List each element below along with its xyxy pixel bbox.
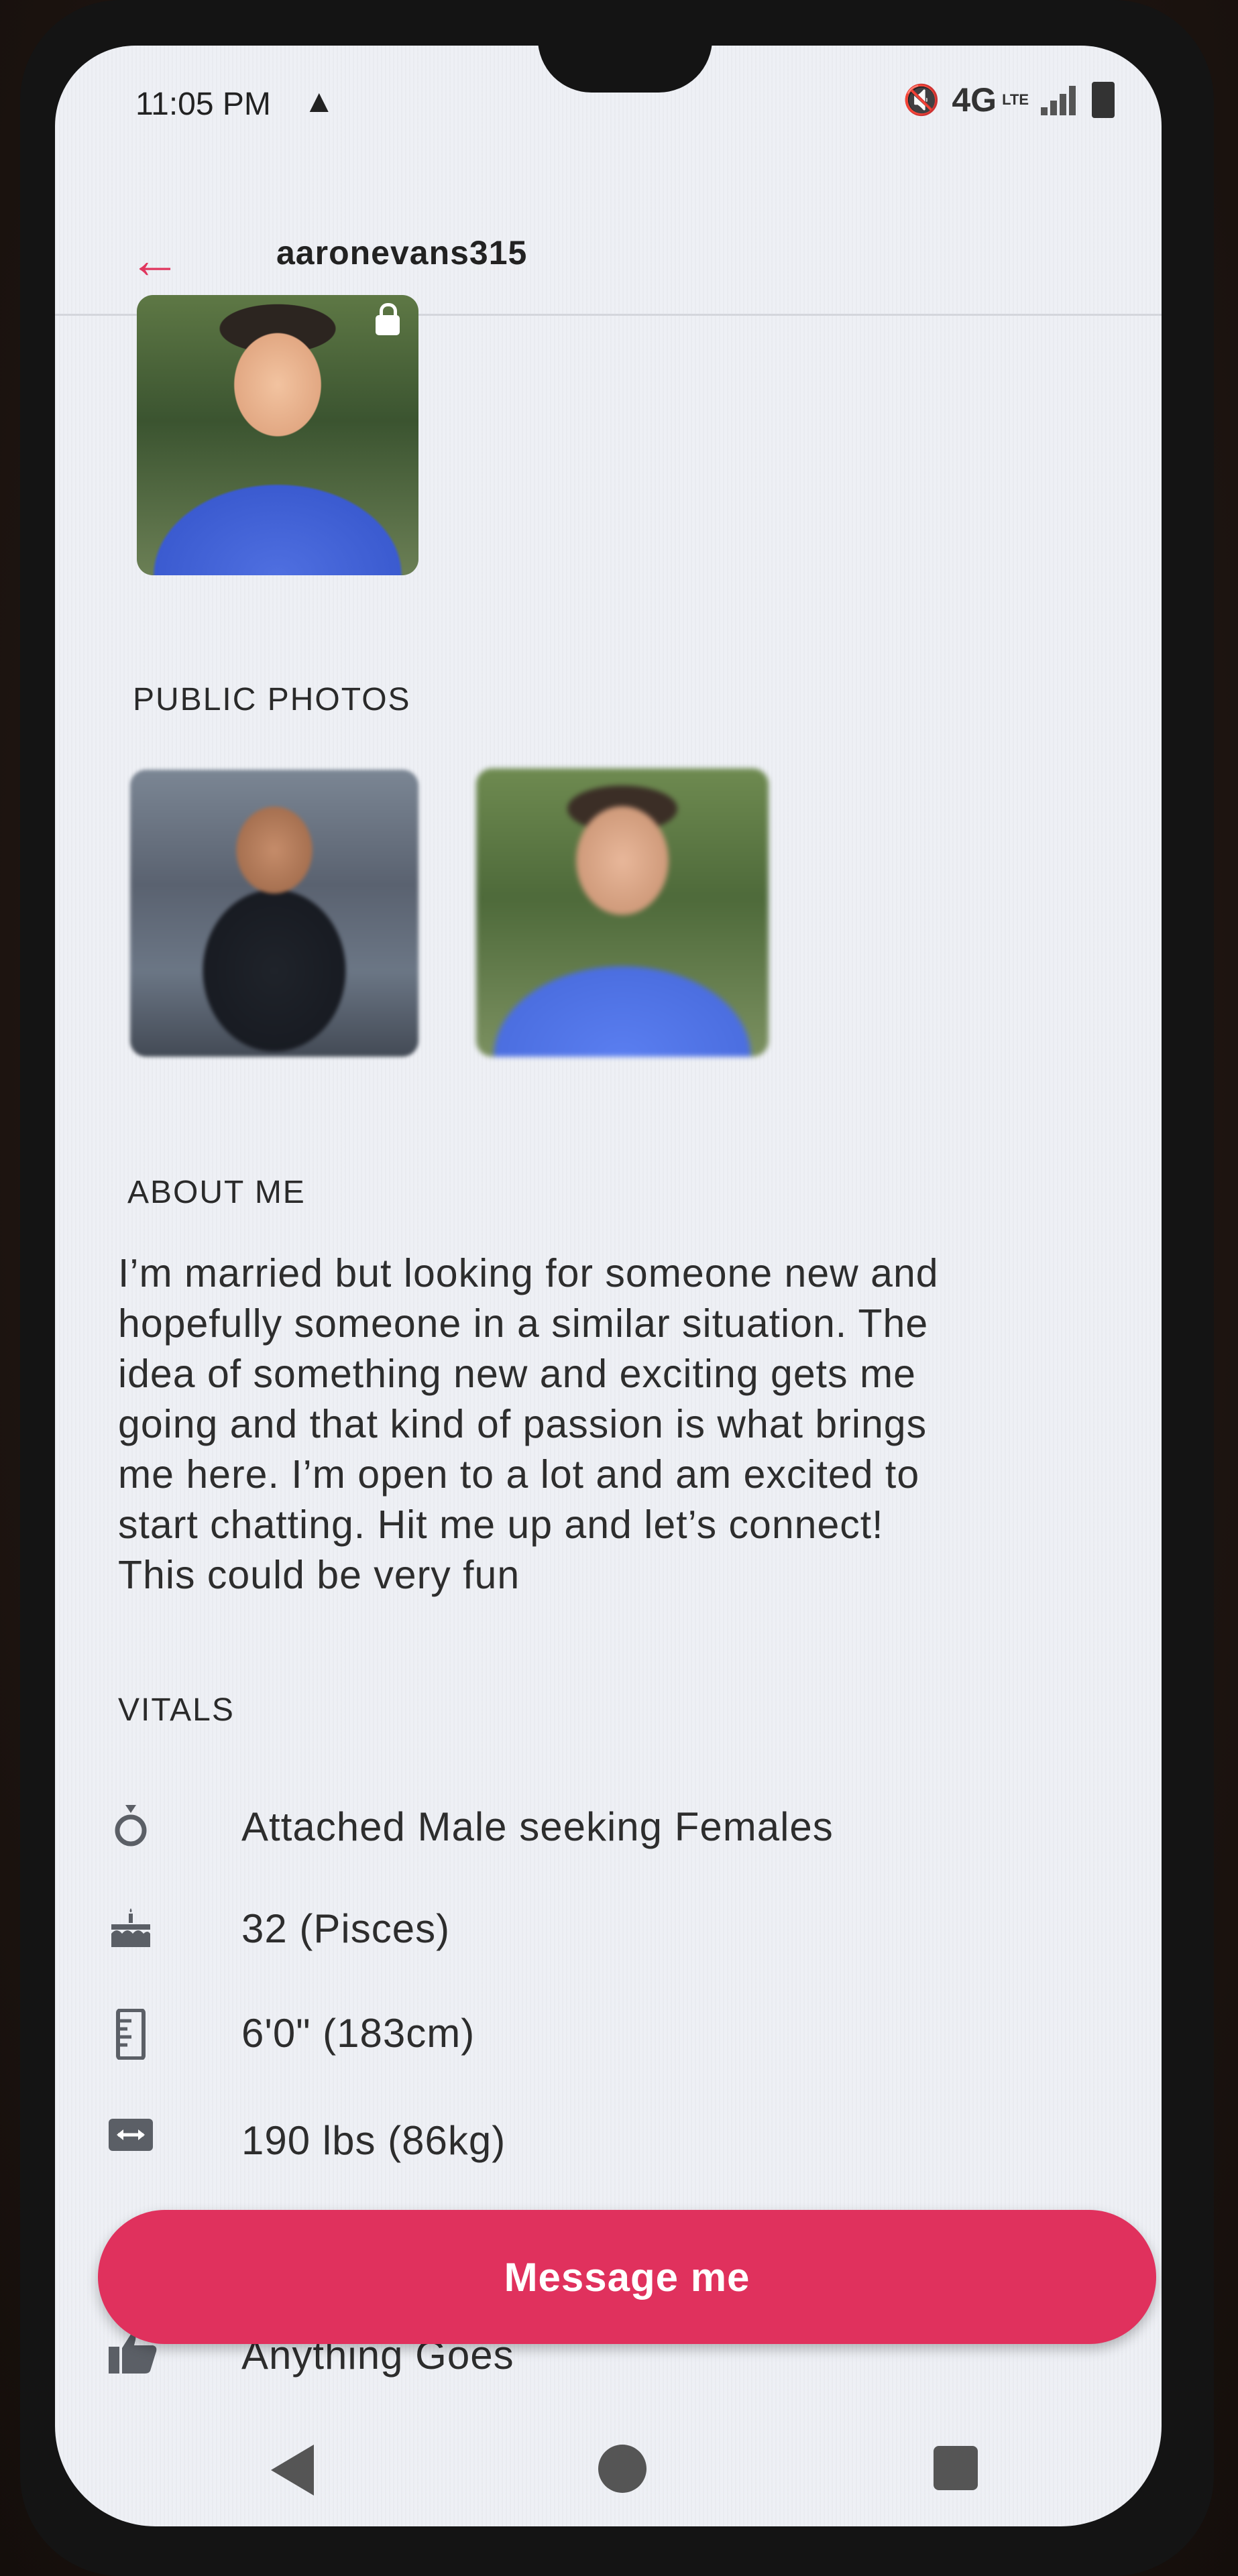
page-title: aaronevans315 xyxy=(276,234,528,272)
about-line: I’m married but looking for someone new … xyxy=(118,1251,939,1295)
mute-icon: 🔇 xyxy=(903,84,940,117)
nav-recents-icon[interactable] xyxy=(934,2446,978,2490)
about-line: hopefully someone in a similar situation… xyxy=(118,1301,929,1346)
public-photo-1[interactable] xyxy=(130,770,418,1057)
signal-icon xyxy=(1041,84,1080,115)
vital-text: Attached Male seeking Females xyxy=(241,1804,834,1849)
about-line: This could be very fun xyxy=(118,1553,520,1597)
vital-height: 6'0" (183cm) xyxy=(107,2003,1113,2064)
arrow-left-icon[interactable]: ← xyxy=(129,233,181,286)
about-line: idea of something new and exciting gets … xyxy=(118,1352,916,1396)
phone-frame: 11:05 PM ▲ 🔇 4G LTE ← aaronevans315 PUBL… xyxy=(20,0,1214,2576)
app-bar: ← aaronevans315 xyxy=(55,160,1162,316)
lock-icon xyxy=(376,303,400,335)
about-text: I’m married but looking for someone new … xyxy=(118,1248,1151,1600)
battery-icon xyxy=(1092,82,1115,118)
vital-relationship: Attached Male seeking Females xyxy=(107,1797,1113,1857)
nav-back-icon[interactable] xyxy=(271,2445,314,2496)
vital-text: 190 lbs (86kg) xyxy=(241,2118,506,2163)
about-line: start chatting. Hit me up and let’s conn… xyxy=(118,1503,884,1547)
message-me-button[interactable]: Message me xyxy=(98,2210,1156,2344)
section-title-about-me: ABOUT ME xyxy=(127,1175,306,1210)
private-photo[interactable] xyxy=(137,295,418,575)
section-title-vitals: VITALS xyxy=(118,1692,235,1728)
vital-text: 6'0" (183cm) xyxy=(241,2011,475,2056)
warning-triangle-icon: ▲ xyxy=(303,84,335,119)
about-line: going and that kind of passion is what b… xyxy=(118,1402,927,1446)
ruler-icon xyxy=(107,2008,154,2060)
vital-weight: 190 lbs (86kg) xyxy=(107,2111,1113,2171)
vital-text: 32 (Pisces) xyxy=(241,1906,451,1951)
nav-home-icon[interactable] xyxy=(598,2445,646,2493)
birthday-cake-icon xyxy=(107,1904,154,1951)
vital-age: 32 (Pisces) xyxy=(107,1899,1113,1959)
network-type: 4G xyxy=(952,81,997,119)
width-arrows-icon xyxy=(107,2116,154,2163)
public-photo-2[interactable] xyxy=(476,768,769,1057)
status-time: 11:05 PM xyxy=(135,86,271,122)
ring-icon xyxy=(107,1802,154,1849)
section-title-public-photos: PUBLIC PHOTOS xyxy=(133,682,411,717)
about-line: me here. I’m open to a lot and am excite… xyxy=(118,1452,920,1497)
system-icons: 🔇 4G LTE xyxy=(903,80,1115,119)
screen: 11:05 PM ▲ 🔇 4G LTE ← aaronevans315 PUBL… xyxy=(55,46,1162,2526)
system-nav-bar xyxy=(55,2412,1162,2526)
network-subtype: LTE xyxy=(1002,91,1029,108)
